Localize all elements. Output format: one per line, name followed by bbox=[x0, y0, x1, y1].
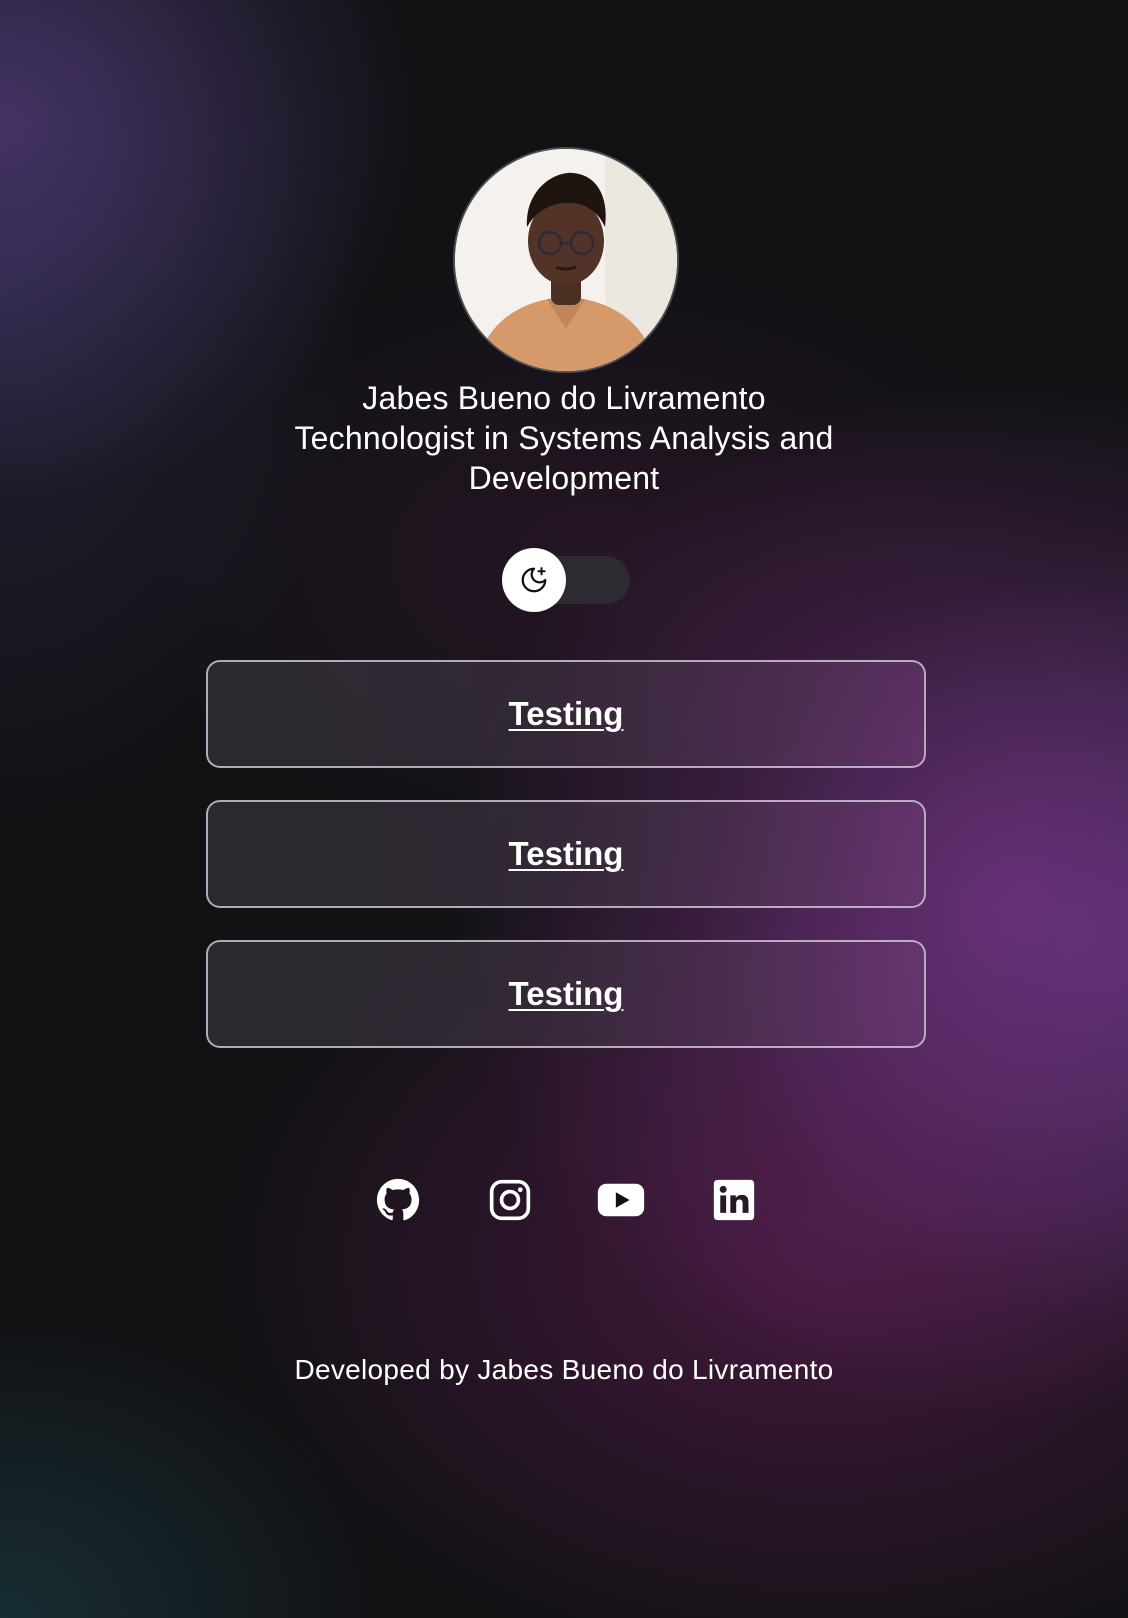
link-button-label[interactable]: Testing bbox=[509, 975, 624, 1013]
youtube-link[interactable] bbox=[597, 1176, 645, 1224]
link-button-label[interactable]: Testing bbox=[509, 835, 624, 873]
link-button-label[interactable]: Testing bbox=[509, 695, 624, 733]
toggle-knob[interactable] bbox=[502, 548, 566, 612]
avatar-photo bbox=[455, 149, 677, 371]
moon-stars-icon bbox=[521, 567, 547, 593]
github-icon bbox=[376, 1178, 420, 1221]
link-button-2[interactable]: Testing bbox=[206, 800, 926, 908]
profile-title: Technologist in Systems Analysis and Dev… bbox=[294, 420, 834, 496]
link-page: Jabes Bueno do Livramento Technologist i… bbox=[0, 0, 1128, 1618]
instagram-icon bbox=[489, 1179, 531, 1221]
footer-credit: Developed by Jabes Bueno do Livramento bbox=[294, 1354, 834, 1385]
avatar bbox=[455, 149, 677, 371]
youtube-icon bbox=[597, 1183, 645, 1217]
github-link[interactable] bbox=[374, 1176, 422, 1224]
instagram-link[interactable] bbox=[486, 1176, 534, 1224]
linkedin-link[interactable] bbox=[710, 1176, 758, 1224]
profile-heading: Jabes Bueno do Livramento Technologist i… bbox=[214, 378, 914, 498]
link-button-1[interactable]: Testing bbox=[206, 660, 926, 768]
profile-name: Jabes Bueno do Livramento bbox=[362, 380, 766, 416]
link-button-3[interactable]: Testing bbox=[206, 940, 926, 1048]
linkedin-icon bbox=[713, 1179, 755, 1221]
theme-toggle[interactable] bbox=[502, 548, 630, 612]
